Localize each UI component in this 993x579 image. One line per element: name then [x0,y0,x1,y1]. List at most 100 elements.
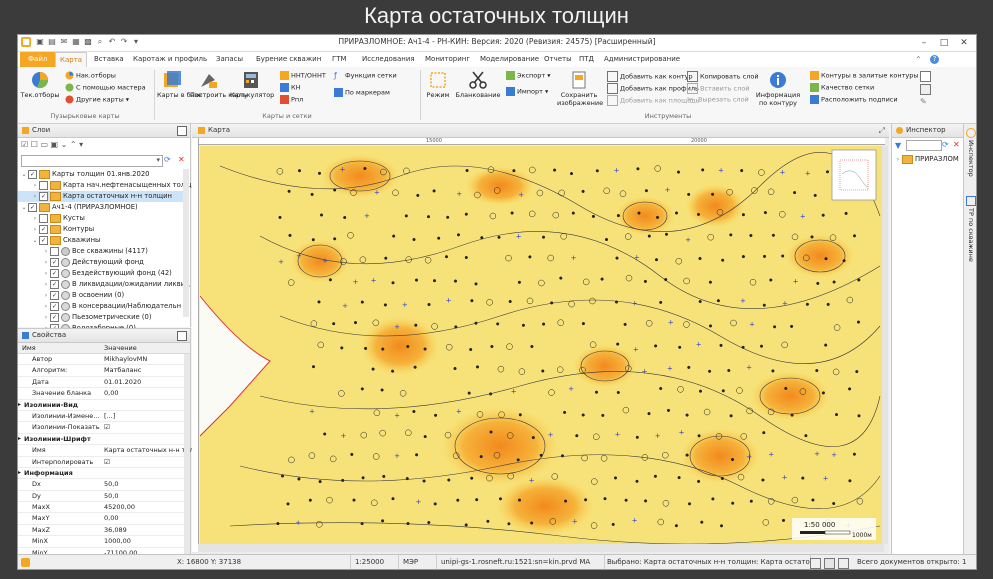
well-marker[interactable] [286,502,290,506]
well-marker[interactable] [497,235,501,239]
well-marker[interactable] [761,478,765,482]
well-marker[interactable] [454,325,458,329]
injection-well-marker[interactable]: + [371,276,377,284]
well-marker[interactable] [813,193,817,197]
property-category[interactable]: Изолинии-Шрифт ▸ [18,434,184,446]
property-row[interactable]: Dx 50,0 [18,479,184,491]
property-row[interactable]: Интерполировать ☑ [18,457,184,468]
well-marker[interactable] [444,255,449,259]
injection-well-marker[interactable]: + [529,477,535,485]
well-marker[interactable] [720,476,724,481]
well-marker[interactable] [763,211,767,215]
contour-info-button[interactable]: Информация по контуру [752,70,804,107]
injection-well-marker[interactable]: + [342,302,348,310]
expand-icon[interactable]: › [31,191,39,202]
paste-layer-button[interactable]: Вставить слой [687,83,749,94]
well-marker[interactable] [453,279,458,283]
well-marker[interactable] [857,278,861,282]
injection-well-marker[interactable]: + [782,474,788,482]
maximize-icon[interactable]: □ [934,35,954,51]
well-marker[interactable] [414,278,419,282]
well-marker[interactable] [474,321,478,325]
well-marker[interactable] [644,189,648,193]
layer-checkbox[interactable]: ✓ [50,301,59,311]
well-marker[interactable] [821,213,825,217]
property-row[interactable]: Dy 50,0 [18,491,184,503]
well-marker[interactable] [584,498,588,502]
well-marker[interactable] [288,233,292,237]
well-marker[interactable] [769,278,773,282]
well-marker[interactable] [474,282,478,286]
injection-well-marker[interactable]: + [667,364,673,372]
minimize-icon[interactable]: – [914,35,934,51]
well-marker[interactable] [422,479,426,483]
well-marker[interactable] [517,280,521,284]
well-marker[interactable] [297,477,301,481]
well-marker[interactable] [600,277,604,281]
minimap[interactable] [831,149,877,201]
well-marker[interactable] [826,302,830,306]
residual-thickness-map[interactable]: + + + + + + + + + + + + + + + + + + + + + + + + + + + + + + + + + + + + + + + +… [200,146,882,544]
collapse-icon[interactable]: ⌄ [31,235,39,246]
well-marker[interactable] [363,166,367,171]
well-marker[interactable] [659,386,663,391]
well-marker[interactable] [697,434,701,438]
well-marker[interactable] [655,215,660,219]
injection-well-marker[interactable]: + [415,498,421,506]
layer-item[interactable]: ⌄ ✓ Скважины [18,235,183,246]
tab-research[interactable]: Исследования [358,52,419,67]
tab-reports[interactable]: Отчеты [540,52,576,67]
layer-checkbox[interactable]: ✓ [39,235,48,245]
well-marker[interactable] [332,322,336,326]
well-marker[interactable] [790,413,794,417]
chevron-down-icon[interactable]: ▸ [18,434,21,444]
layer-item[interactable]: › ✓ Бездействующий фонд (42) [18,268,183,279]
well-marker[interactable] [539,453,543,457]
well-marker[interactable] [708,369,712,373]
injection-well-marker[interactable]: + [749,321,755,329]
property-row[interactable]: Изолинии-Показать ☑ [18,422,184,434]
injection-well-marker[interactable]: + [614,166,620,174]
copy-layer-button[interactable]: Копировать слой [687,71,759,82]
add-as-profile-button[interactable]: Добавить как профиль [607,83,699,94]
well-marker[interactable] [784,386,788,390]
build-map-button[interactable]: Построить карту [190,70,248,99]
property-row[interactable]: Изолинии-Измене... [...] [18,411,184,423]
well-marker[interactable] [469,347,473,352]
tab-admin[interactable]: Администрирование [600,52,684,67]
well-marker[interactable] [453,366,457,371]
well-marker[interactable] [317,171,322,175]
well-marker[interactable] [643,279,647,283]
well-marker[interactable] [360,300,364,304]
expand-icon[interactable]: › [42,290,50,301]
well-marker[interactable] [550,301,554,305]
injection-well-marker[interactable]: + [632,300,638,308]
layer-item[interactable]: › Карта нач.нефтенасыщенных толщ [18,180,192,191]
injection-well-marker[interactable]: + [679,429,685,437]
well-marker[interactable] [637,211,641,215]
well-marker[interactable] [664,277,668,282]
well-marker[interactable] [614,300,619,304]
well-marker[interactable] [278,215,282,219]
well-marker[interactable] [528,255,532,259]
injection-well-marker[interactable]: + [805,170,811,178]
injection-well-marker[interactable]: + [746,364,752,372]
kn-button[interactable]: КН [280,83,301,92]
layer-checkbox[interactable]: ✓ [50,257,59,267]
panel-close-icon[interactable] [177,331,187,341]
well-marker[interactable] [364,346,368,350]
well-marker[interactable] [508,299,512,304]
well-marker[interactable] [383,303,387,307]
layer-checkbox[interactable]: ✓ [28,202,37,212]
well-marker[interactable] [434,413,438,417]
well-marker[interactable] [825,170,830,174]
fill-contours-button[interactable]: Контуры в залитые контуры [810,71,919,80]
well-marker[interactable] [666,408,671,412]
property-row[interactable]: Имя Карта остаточных н-н толщ [18,445,200,457]
well-marker[interactable] [465,168,469,173]
well-marker[interactable] [719,524,724,528]
well-marker[interactable] [749,499,753,503]
expand-icon[interactable]: › [42,312,50,323]
well-marker[interactable] [564,499,568,503]
well-marker[interactable] [685,413,689,417]
